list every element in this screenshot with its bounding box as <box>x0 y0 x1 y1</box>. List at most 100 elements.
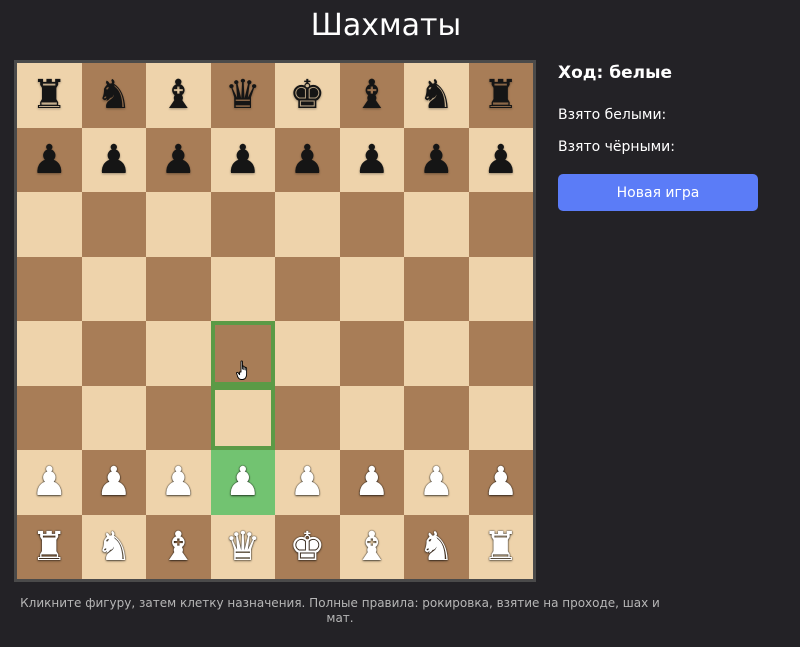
square-f1[interactable]: ♝ <box>339 514 404 579</box>
square-d8[interactable]: ♛ <box>210 63 275 128</box>
square-h6[interactable] <box>468 192 533 257</box>
black-bishop-icon[interactable]: ♝ <box>354 75 390 115</box>
square-f4[interactable] <box>339 321 404 386</box>
square-b3[interactable] <box>81 385 146 450</box>
square-c2[interactable]: ♟ <box>146 450 211 515</box>
square-e5[interactable] <box>275 256 340 321</box>
white-pawn-icon[interactable]: ♟ <box>483 462 519 502</box>
black-knight-icon[interactable]: ♞ <box>418 75 454 115</box>
square-c7[interactable]: ♟ <box>146 127 211 192</box>
square-g5[interactable] <box>404 256 469 321</box>
square-h2[interactable]: ♟ <box>468 450 533 515</box>
square-a2[interactable]: ♟ <box>17 450 82 515</box>
black-pawn-icon[interactable]: ♟ <box>418 140 454 180</box>
square-d1[interactable]: ♛ <box>210 514 275 579</box>
square-f7[interactable]: ♟ <box>339 127 404 192</box>
square-h1[interactable]: ♜ <box>468 514 533 579</box>
black-pawn-icon[interactable]: ♟ <box>289 140 325 180</box>
black-king-icon[interactable]: ♚ <box>289 75 325 115</box>
black-bishop-icon[interactable]: ♝ <box>160 75 196 115</box>
black-rook-icon[interactable]: ♜ <box>483 75 519 115</box>
square-h3[interactable] <box>468 385 533 450</box>
square-a5[interactable] <box>17 256 82 321</box>
square-h8[interactable]: ♜ <box>468 63 533 128</box>
square-b8[interactable]: ♞ <box>81 63 146 128</box>
square-d7[interactable]: ♟ <box>210 127 275 192</box>
square-b6[interactable] <box>81 192 146 257</box>
square-d5[interactable] <box>210 256 275 321</box>
square-c6[interactable] <box>146 192 211 257</box>
square-h5[interactable] <box>468 256 533 321</box>
square-e3[interactable] <box>275 385 340 450</box>
square-b7[interactable]: ♟ <box>81 127 146 192</box>
square-a4[interactable] <box>17 321 82 386</box>
white-rook-icon[interactable]: ♜ <box>483 527 519 567</box>
black-knight-icon[interactable]: ♞ <box>96 75 132 115</box>
square-d2[interactable]: ♟ <box>210 450 275 515</box>
square-e4[interactable] <box>275 321 340 386</box>
black-pawn-icon[interactable]: ♟ <box>483 140 519 180</box>
square-g4[interactable] <box>404 321 469 386</box>
black-queen-icon[interactable]: ♛ <box>225 75 261 115</box>
square-e1[interactable]: ♚ <box>275 514 340 579</box>
black-pawn-icon[interactable]: ♟ <box>96 140 132 180</box>
square-g2[interactable]: ♟ <box>404 450 469 515</box>
square-e7[interactable]: ♟ <box>275 127 340 192</box>
square-g8[interactable]: ♞ <box>404 63 469 128</box>
white-pawn-icon[interactable]: ♟ <box>354 462 390 502</box>
white-rook-icon[interactable]: ♜ <box>31 527 67 567</box>
square-e6[interactable] <box>275 192 340 257</box>
square-f2[interactable]: ♟ <box>339 450 404 515</box>
white-bishop-icon[interactable]: ♝ <box>160 527 196 567</box>
black-rook-icon[interactable]: ♜ <box>31 75 67 115</box>
square-g7[interactable]: ♟ <box>404 127 469 192</box>
square-e8[interactable]: ♚ <box>275 63 340 128</box>
black-pawn-icon[interactable]: ♟ <box>354 140 390 180</box>
square-c8[interactable]: ♝ <box>146 63 211 128</box>
square-a8[interactable]: ♜ <box>17 63 82 128</box>
white-knight-icon[interactable]: ♞ <box>96 527 132 567</box>
square-f3[interactable] <box>339 385 404 450</box>
square-g1[interactable]: ♞ <box>404 514 469 579</box>
black-pawn-icon[interactable]: ♟ <box>225 140 261 180</box>
white-king-icon[interactable]: ♚ <box>289 527 325 567</box>
square-g6[interactable] <box>404 192 469 257</box>
white-bishop-icon[interactable]: ♝ <box>354 527 390 567</box>
square-f6[interactable] <box>339 192 404 257</box>
square-d4[interactable] <box>210 321 275 386</box>
white-pawn-icon[interactable]: ♟ <box>31 462 67 502</box>
white-pawn-icon[interactable]: ♟ <box>418 462 454 502</box>
square-e2[interactable]: ♟ <box>275 450 340 515</box>
square-b4[interactable] <box>81 321 146 386</box>
chess-board: ♜ ♞ ♝ ♛ ♚ ♝ ♞ ♜ ♟ ♟ ♟ ♟ ♟ ♟ ♟ ♟ ♟ ♟ ♟ ♟ ♟ ♟ ♟ ♟ ♜ ♞ ♝ ♛ ♚ ♝ ♞ ♜ <box>14 60 536 582</box>
square-h7[interactable]: ♟ <box>468 127 533 192</box>
square-a7[interactable]: ♟ <box>17 127 82 192</box>
white-knight-icon[interactable]: ♞ <box>418 527 454 567</box>
square-c1[interactable]: ♝ <box>146 514 211 579</box>
captured-by-black: Взято чёрными: <box>558 139 675 155</box>
square-h4[interactable] <box>468 321 533 386</box>
square-b1[interactable]: ♞ <box>81 514 146 579</box>
square-g3[interactable] <box>404 385 469 450</box>
square-d3[interactable] <box>210 385 275 450</box>
square-a1[interactable]: ♜ <box>17 514 82 579</box>
square-f8[interactable]: ♝ <box>339 63 404 128</box>
square-a6[interactable] <box>17 192 82 257</box>
white-pawn-icon[interactable]: ♟ <box>289 462 325 502</box>
white-pawn-icon[interactable]: ♟ <box>225 462 261 502</box>
square-c3[interactable] <box>146 385 211 450</box>
white-queen-icon[interactable]: ♛ <box>225 527 261 567</box>
white-pawn-icon[interactable]: ♟ <box>96 462 132 502</box>
square-c5[interactable] <box>146 256 211 321</box>
square-c4[interactable] <box>146 321 211 386</box>
square-b2[interactable]: ♟ <box>81 450 146 515</box>
square-b5[interactable] <box>81 256 146 321</box>
new-game-button[interactable]: Новая игра <box>558 174 758 211</box>
black-pawn-icon[interactable]: ♟ <box>31 140 67 180</box>
white-pawn-icon[interactable]: ♟ <box>160 462 196 502</box>
square-d6[interactable] <box>210 192 275 257</box>
chess-app: Шахматы ♜ ♞ ♝ ♛ ♚ ♝ ♞ ♜ ♟ ♟ ♟ ♟ ♟ ♟ ♟ ♟ ♟ ♟ ♟ ♟ ♟ ♟ ♟ ♟ ♜ ♞ ♝ ♛ ♚ ♝ ♞ ♜… <box>0 0 800 647</box>
square-f5[interactable] <box>339 256 404 321</box>
square-a3[interactable] <box>17 385 82 450</box>
black-pawn-icon[interactable]: ♟ <box>160 140 196 180</box>
